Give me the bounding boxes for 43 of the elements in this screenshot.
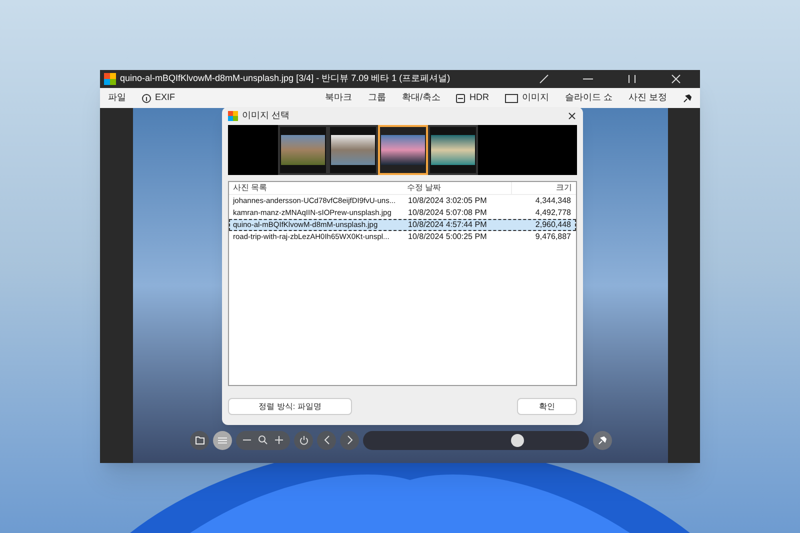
menu-item[interactable]: 사진 보정	[628, 91, 667, 105]
modified-date: 10/8/2024 4:57:44 PM	[407, 219, 488, 231]
menu-item[interactable]: EXIF	[142, 91, 176, 105]
sort-button[interactable]: 정렬 방식: 파일명	[228, 398, 352, 415]
info-icon	[142, 94, 151, 102]
file-size: 4,492,778	[534, 207, 572, 219]
thumbnail[interactable]	[278, 125, 328, 175]
zoom-in-icon[interactable]	[274, 435, 284, 445]
menu-item[interactable]: 확대/축소	[402, 91, 440, 105]
app-logo-icon	[104, 73, 116, 85]
chevron-right-icon	[346, 435, 352, 445]
close-icon[interactable]	[567, 111, 577, 121]
app-logo-icon	[228, 111, 238, 121]
menu-item[interactable]: 슬라이드 쇼	[564, 91, 612, 105]
window-title: quino-al-mBQIfKlvowM-d8mM-unsplash.jpg [3/4] - 반디뷰 7.09 베타 1 (프로페셔널)	[120, 72, 450, 86]
hdr-icon	[456, 94, 466, 102]
menu-item[interactable]: 파일	[108, 91, 126, 105]
column-header[interactable]: 수정 날짜	[405, 182, 511, 194]
chevron-left-icon	[324, 435, 330, 445]
file-size: 2,960,448	[534, 219, 572, 231]
file-size: 4,344,348	[534, 195, 572, 207]
ok-button[interactable]: 확인	[517, 398, 577, 415]
dialog-title: 이미지 선택	[242, 109, 290, 122]
modified-date: 10/8/2024 5:07:08 PM	[407, 207, 488, 219]
pin-icon[interactable]	[683, 94, 692, 102]
slider-thumb[interactable]	[510, 434, 524, 446]
menu-item[interactable]: 이미지	[504, 91, 549, 105]
image-size-icon	[504, 94, 518, 102]
thumbnail[interactable]	[428, 125, 478, 175]
pin-icon	[598, 436, 607, 444]
column-header[interactable]: 사진 목록	[229, 182, 405, 194]
column-header[interactable]: 크기	[511, 182, 576, 194]
modified-date: 10/8/2024 3:02:05 PM	[407, 195, 488, 207]
list-icon	[218, 436, 227, 444]
menu-item[interactable]: HDR	[456, 91, 489, 105]
menu-item[interactable]: 북마크	[324, 91, 352, 105]
search-icon[interactable]	[258, 435, 268, 445]
folder-icon	[194, 436, 204, 444]
menu-item[interactable]: 그룹	[368, 91, 386, 105]
modified-date: 10/8/2024 5:00:25 PM	[407, 231, 488, 243]
file-size: 9,476,887	[534, 231, 572, 243]
thumbnail[interactable]	[378, 125, 428, 175]
thumbnail[interactable]	[328, 125, 378, 175]
